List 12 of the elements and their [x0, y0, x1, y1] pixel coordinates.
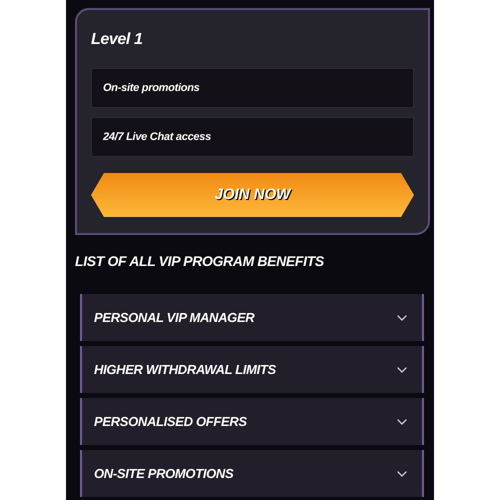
- benefit-label: PERSONALISED OFFERS: [94, 412, 247, 431]
- benefit-row[interactable]: PERSONAL VIP MANAGER: [80, 294, 424, 341]
- benefit-row[interactable]: PERSONALISED OFFERS: [80, 398, 424, 445]
- perk-item: 24/7 Live Chat access: [91, 117, 414, 157]
- benefits-heading: LIST OF ALL VIP PROGRAM BENEFITS: [75, 252, 325, 271]
- level-title: Level 1: [91, 30, 144, 50]
- benefit-label: ON-SITE PROMOTIONS: [94, 464, 234, 483]
- perk-item: On-site promotions: [91, 68, 414, 108]
- benefit-label: HIGHER WITHDRAWAL LIMITS: [94, 360, 276, 379]
- benefit-row[interactable]: ON-SITE PROMOTIONS: [80, 450, 424, 497]
- benefit-label: PERSONAL VIP MANAGER: [94, 308, 254, 327]
- benefit-row[interactable]: HIGHER WITHDRAWAL LIMITS: [80, 346, 424, 393]
